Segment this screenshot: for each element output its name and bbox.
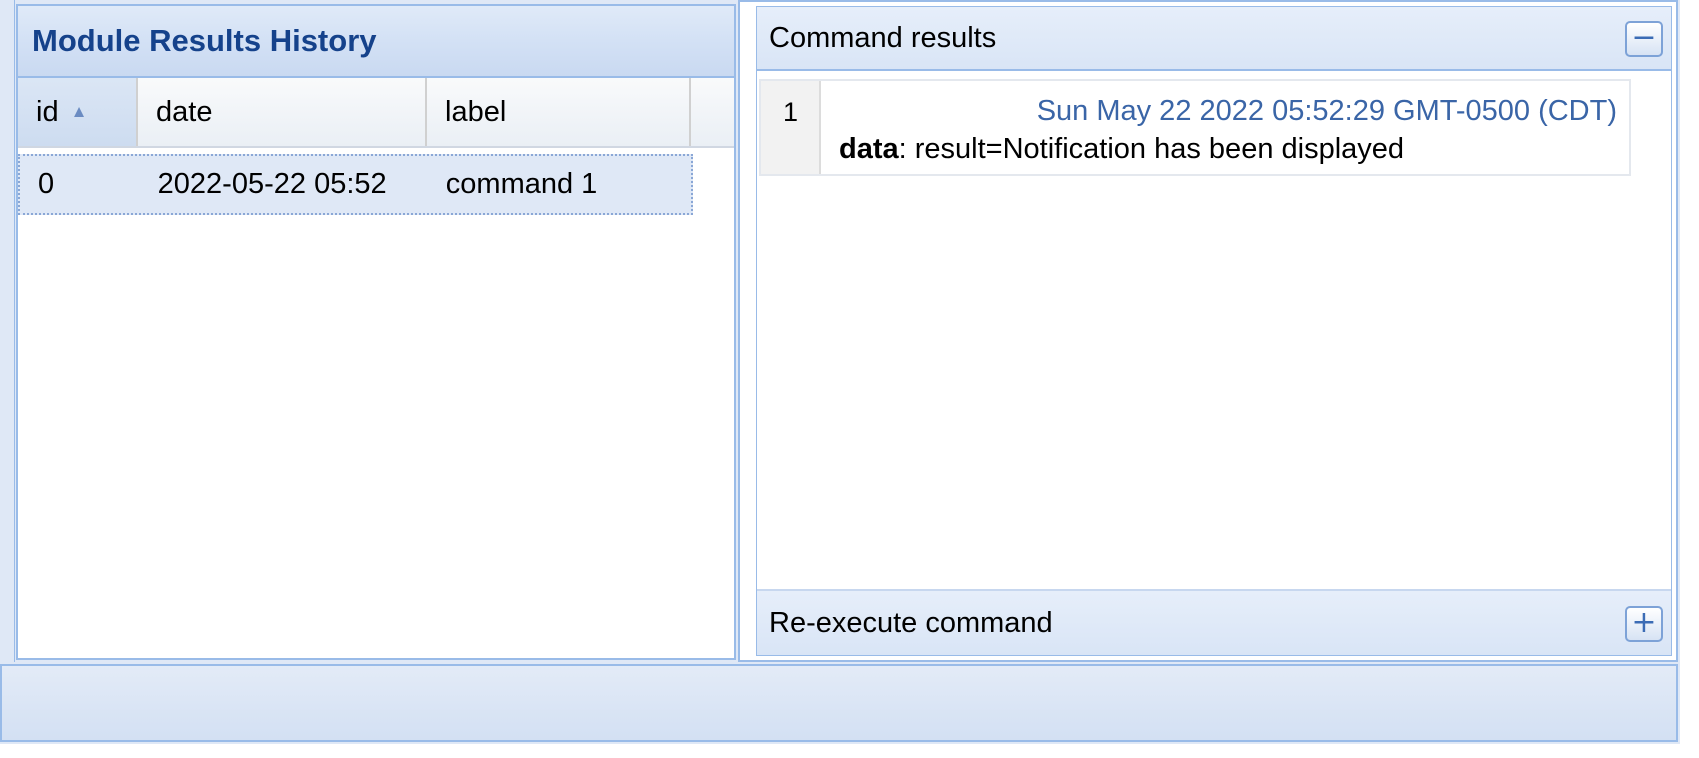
result-data-key: data [839, 133, 899, 165]
history-panel-header: Module Results History [18, 6, 734, 78]
column-header-label-label: label [445, 95, 507, 128]
result-data-value: : result=Notification has been displayed [898, 133, 1405, 165]
left-frame-strip [0, 0, 15, 662]
row-date-cell: 2022-05-22 05:52 [157, 168, 387, 200]
right-edge [1680, 0, 1699, 744]
history-panel-title: Module Results History [32, 23, 377, 58]
bottom-toolbar [0, 664, 1678, 742]
column-header-id-label: id [36, 95, 59, 128]
command-results-container: Command results − 1 Sun May 22 2022 05:5… [738, 0, 1678, 662]
column-header-id[interactable]: id ▲ [18, 78, 138, 146]
expand-icon[interactable]: + [1625, 606, 1663, 642]
reexecute-command-title: Re-execute command [769, 606, 1053, 639]
row-label-cell: command 1 [445, 168, 598, 200]
result-body: Sun May 22 2022 05:52:29 GMT-0500 (CDT) … [821, 81, 1629, 174]
result-index: 1 [761, 81, 821, 174]
table-row[interactable]: 0 2022-05-22 05:52 command 1 [18, 154, 693, 215]
command-results-header[interactable]: Command results − [757, 7, 1671, 71]
row-id-cell: 0 [38, 168, 55, 200]
command-results-panel: Command results − 1 Sun May 22 2022 05:5… [756, 6, 1672, 656]
column-header-filler [691, 78, 734, 146]
column-header-label[interactable]: label [427, 78, 691, 146]
sort-ascending-icon: ▲ [70, 102, 88, 121]
result-item: 1 Sun May 22 2022 05:52:29 GMT-0500 (CDT… [759, 79, 1631, 176]
column-header-date-label: date [156, 95, 213, 128]
command-results-title: Command results [769, 21, 997, 54]
result-date: Sun May 22 2022 05:52:29 GMT-0500 (CDT) [1036, 95, 1617, 127]
result-data: data: result=Notification has been displ… [839, 133, 1404, 166]
bottom-edge [0, 744, 1699, 758]
column-header-date[interactable]: date [138, 78, 427, 146]
collapse-icon[interactable]: − [1625, 21, 1663, 57]
module-results-history-panel: Module Results History id ▲ date label 0… [16, 4, 736, 660]
reexecute-command-header[interactable]: Re-execute command + [757, 589, 1671, 655]
grid-header: id ▲ date label [18, 78, 734, 148]
